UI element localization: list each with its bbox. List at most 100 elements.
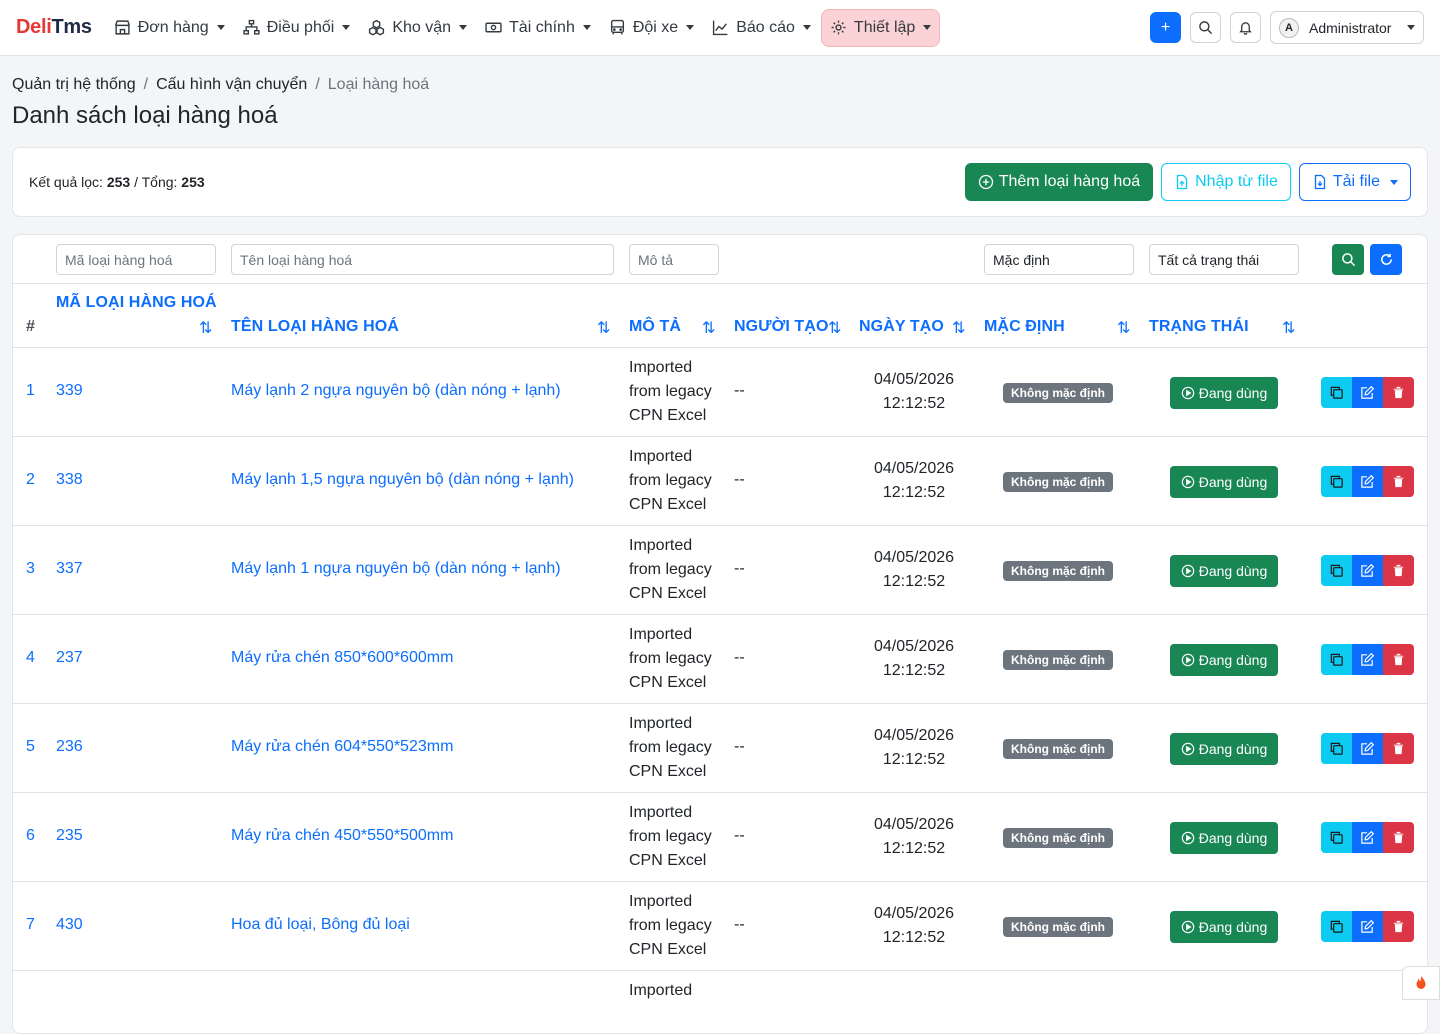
quick-add-button[interactable]: +: [1150, 12, 1181, 43]
nav-kho-van[interactable]: Kho vận: [360, 9, 475, 47]
cell-code[interactable]: 237: [56, 649, 83, 667]
nav-dieu-phoi[interactable]: Điều phối: [235, 9, 359, 47]
desc-filter-input[interactable]: Mô tả: [629, 244, 719, 275]
nav-label: Thiết lập: [853, 18, 916, 36]
status-badge[interactable]: Đang dùng: [1170, 911, 1278, 943]
status-filter-select[interactable]: Tất cả trạng thái: [1149, 244, 1299, 275]
copy-button[interactable]: [1321, 822, 1352, 853]
delete-button[interactable]: [1383, 644, 1414, 675]
edit-button[interactable]: [1352, 377, 1383, 408]
nav-label: Đội xe: [632, 18, 679, 36]
desc-line: Imported: [629, 893, 693, 910]
code-filter-input[interactable]: Mã loại hàng hoá: [56, 244, 216, 275]
copy-button[interactable]: [1321, 733, 1352, 764]
cell-code[interactable]: 235: [56, 827, 83, 845]
delete-button[interactable]: [1383, 911, 1414, 942]
column-header-desc[interactable]: Mô tả: [629, 318, 681, 336]
cell-name[interactable]: Máy lạnh 1,5 ngựa nguyên bộ (dàn nóng + …: [231, 471, 574, 489]
brand-logo[interactable]: DeliTms: [16, 16, 92, 39]
status-badge[interactable]: Đang dùng: [1170, 733, 1278, 765]
sort-icon[interactable]: ⇅: [702, 318, 715, 338]
sort-icon[interactable]: ⇅: [952, 318, 965, 338]
nav-doi-xe[interactable]: Đội xe: [601, 9, 702, 47]
devtools-fire-button[interactable]: [1402, 966, 1440, 1000]
column-header-name[interactable]: Tên loại hàng hoá: [231, 318, 399, 336]
selected-value: Tất cả trạng thái: [1158, 251, 1260, 268]
edit-button[interactable]: [1352, 822, 1383, 853]
table-row: 4 237 Máy rửa chén 850*600*600mm Importe…: [13, 615, 1427, 704]
edit-button[interactable]: [1352, 733, 1383, 764]
status-label: Đang dùng: [1198, 652, 1268, 668]
chevron-down-icon: [686, 25, 695, 30]
default-filter-select[interactable]: Mặc định: [984, 244, 1134, 275]
sort-icon[interactable]: ⇅: [1282, 318, 1295, 338]
status-badge[interactable]: Đang dùng: [1170, 822, 1278, 854]
delete-button[interactable]: [1383, 466, 1414, 497]
cell-name[interactable]: Máy rửa chén 850*600*600mm: [231, 649, 453, 667]
copy-button[interactable]: [1321, 466, 1352, 497]
filter-search-button[interactable]: [1332, 244, 1364, 275]
name-filter-input[interactable]: Tên loại hàng hoá: [231, 244, 614, 275]
status-badge[interactable]: Đang dùng: [1170, 466, 1278, 498]
cell-code[interactable]: 236: [56, 738, 83, 756]
delete-button[interactable]: [1383, 733, 1414, 764]
play-circle-icon: [1181, 920, 1194, 934]
table-row: 3 337 Máy lạnh 1 ngựa nguyên bộ (dàn nón…: [13, 526, 1427, 615]
search-icon: [1199, 21, 1213, 35]
cell-name[interactable]: Máy rửa chén 450*550*500mm: [231, 827, 453, 845]
breadcrumb-item[interactable]: Cấu hình vận chuyển: [156, 76, 307, 94]
copy-button[interactable]: [1321, 377, 1352, 408]
copy-button[interactable]: [1321, 644, 1352, 675]
column-header-default[interactable]: Mặc định: [984, 318, 1065, 336]
nav-don-hang[interactable]: Đơn hàng: [106, 9, 233, 47]
column-header-status[interactable]: Trạng thái: [1149, 318, 1249, 336]
sort-icon[interactable]: ⇅: [199, 318, 212, 338]
sort-icon[interactable]: ⇅: [828, 318, 841, 338]
delete-button[interactable]: [1383, 822, 1414, 853]
play-circle-icon: [1181, 653, 1194, 667]
nav-bao-cao[interactable]: Báo cáo: [704, 9, 819, 47]
cell-code[interactable]: 430: [56, 916, 83, 934]
import-file-button[interactable]: Nhập từ file: [1161, 163, 1291, 201]
nav-thiet-lap[interactable]: Thiết lập: [820, 8, 941, 47]
add-goods-type-button[interactable]: Thêm loại hàng hoá: [964, 163, 1154, 201]
status-badge[interactable]: Đang dùng: [1170, 377, 1278, 409]
nav-tai-chinh[interactable]: Tài chính: [477, 9, 599, 47]
cell-code[interactable]: 337: [56, 560, 83, 578]
delete-button[interactable]: [1383, 377, 1414, 408]
breadcrumb-item[interactable]: Quản trị hệ thống: [12, 76, 136, 94]
notifications-button[interactable]: [1230, 12, 1261, 43]
delete-button[interactable]: [1383, 555, 1414, 586]
cell-code[interactable]: 339: [56, 382, 83, 400]
column-header-created[interactable]: Ngày tạo: [859, 318, 944, 336]
cell-name[interactable]: Máy lạnh 1 ngựa nguyên bộ (dàn nóng + lạ…: [231, 560, 561, 578]
search-button[interactable]: [1190, 12, 1221, 43]
copy-button[interactable]: [1321, 911, 1352, 942]
edit-button[interactable]: [1352, 644, 1383, 675]
status-badge[interactable]: Đang dùng: [1170, 644, 1278, 676]
desc-line: Imported: [629, 448, 693, 465]
download-file-button[interactable]: Tải file: [1298, 163, 1411, 201]
status-badge[interactable]: Đang dùng: [1170, 555, 1278, 587]
cell-name[interactable]: Máy rửa chén 604*550*523mm: [231, 738, 453, 756]
result-summary: Kết quả lọc: 253 / Tổng: 253: [29, 174, 205, 190]
sort-icon[interactable]: ⇅: [597, 318, 610, 338]
edit-button[interactable]: [1352, 555, 1383, 586]
column-header-creator[interactable]: Người tạo: [734, 318, 829, 336]
user-menu[interactable]: A Administrator: [1270, 11, 1424, 44]
edit-button[interactable]: [1352, 466, 1383, 497]
cell-code[interactable]: 338: [56, 471, 83, 489]
button-label: Thêm loại hàng hoá: [998, 173, 1141, 190]
column-header-code[interactable]: Mã loại hàng hoá: [56, 294, 217, 312]
cell-name[interactable]: Máy lạnh 2 ngựa nguyên bộ (dàn nóng + lạ…: [231, 382, 561, 400]
copy-icon: [1330, 564, 1343, 577]
sort-icon[interactable]: ⇅: [1117, 318, 1130, 338]
nav-label: Kho vận: [392, 18, 452, 36]
total-count: 253: [181, 174, 205, 190]
desc-line: Imported: [629, 626, 693, 643]
filter-reset-button[interactable]: [1370, 244, 1402, 275]
copy-button[interactable]: [1321, 555, 1352, 586]
edit-button[interactable]: [1352, 911, 1383, 942]
cell-desc: Imported from legacy CPN Excel: [629, 890, 712, 962]
cell-name[interactable]: Hoa đủ loại, Bông đủ loại: [231, 916, 410, 934]
